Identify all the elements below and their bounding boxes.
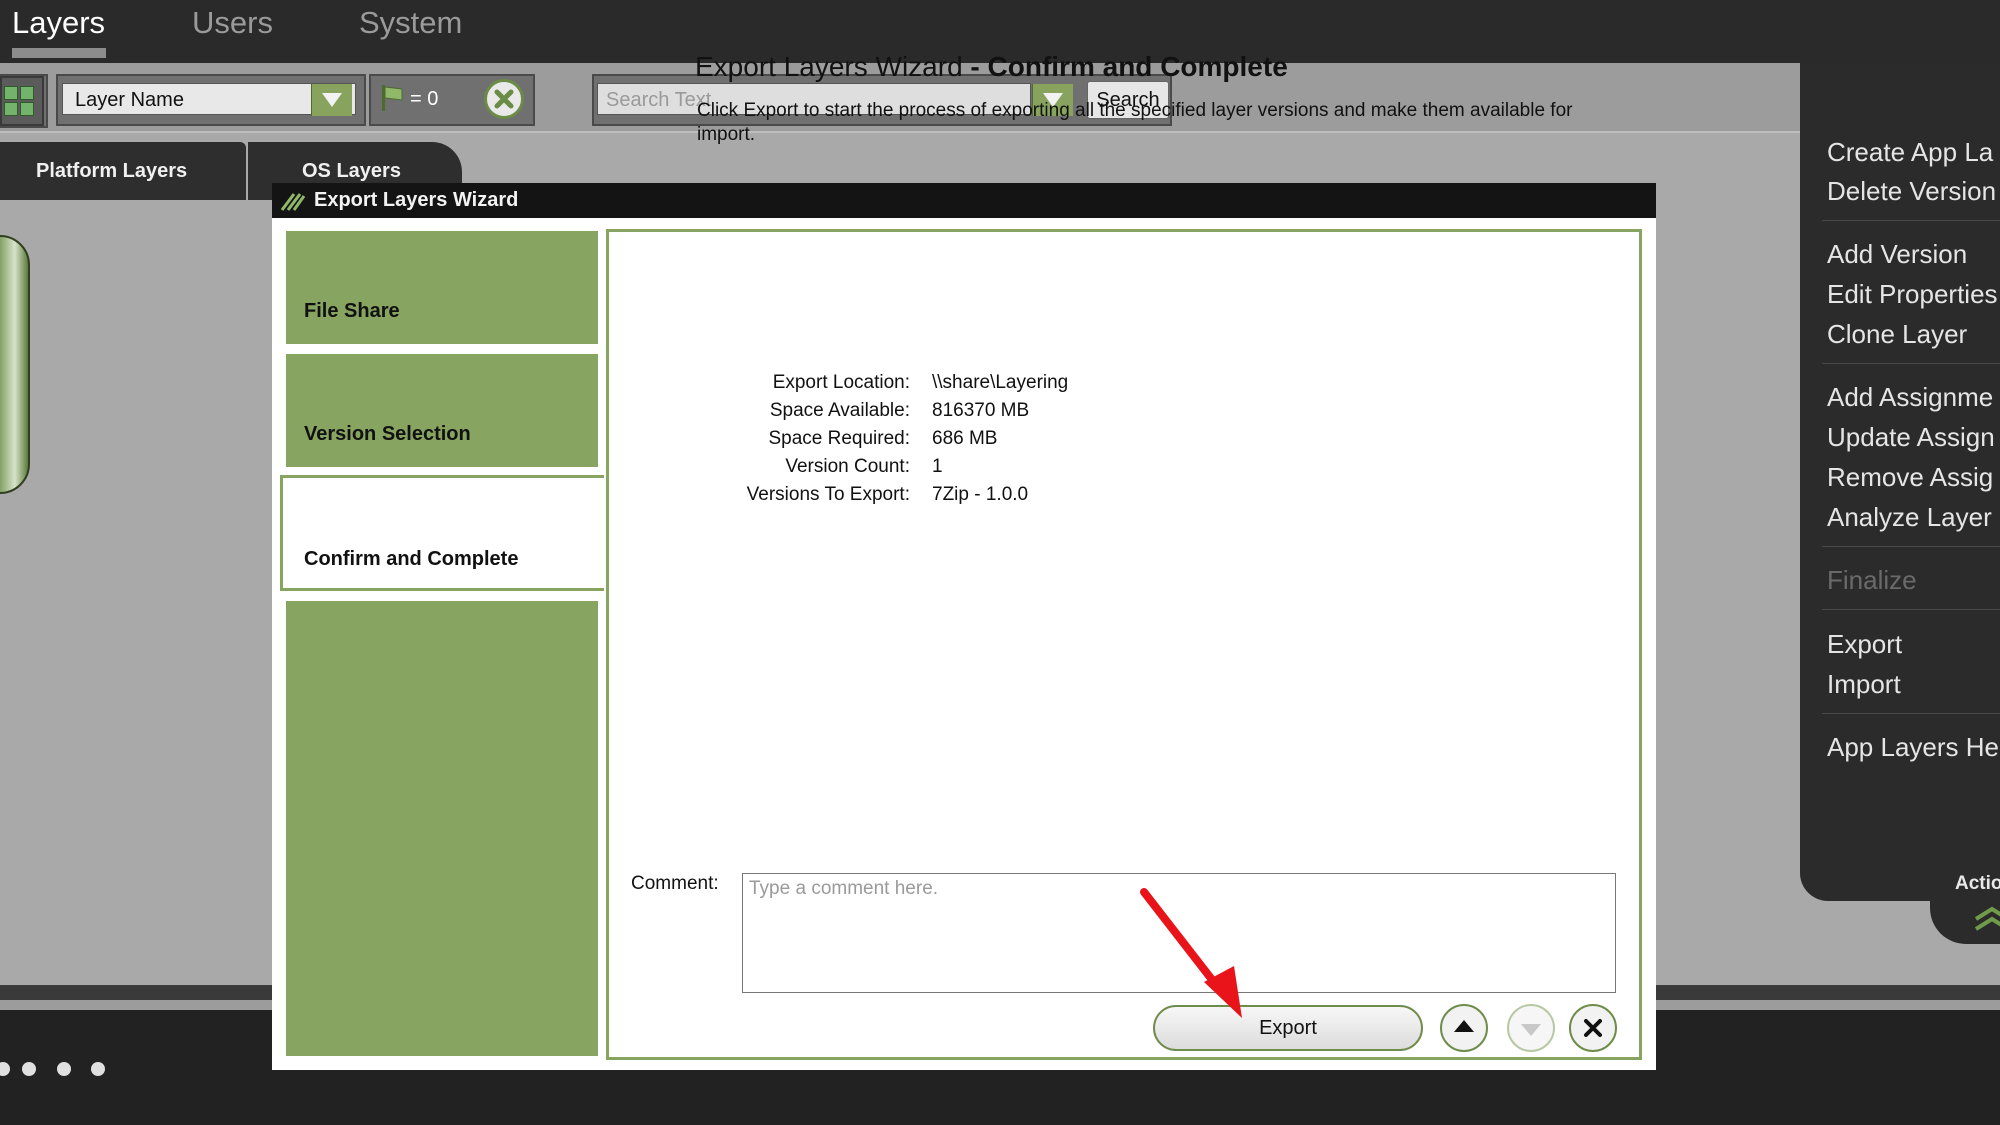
- info-value-space-available: 816370 MB: [932, 400, 1030, 421]
- flag-icon: [382, 85, 403, 111]
- comment-label: Comment:: [631, 873, 719, 894]
- sidebar-item-export[interactable]: Export: [1827, 629, 1902, 660]
- step-label: Confirm and Complete: [304, 548, 519, 570]
- previous-step-button[interactable]: [1440, 1004, 1488, 1052]
- sidebar-item-add-version[interactable]: Add Version: [1827, 239, 1967, 270]
- tab-os-label: OS Layers: [302, 160, 401, 182]
- info-label: Export Location:: [772, 372, 910, 393]
- wizard-title-bar: Export Layers Wizard: [272, 183, 1656, 218]
- info-value-export-location: \\share\Layering: [932, 372, 1069, 393]
- sidebar-item-delete-version[interactable]: Delete Version: [1827, 176, 1996, 207]
- wizard-window-title: Export Layers Wizard: [314, 189, 519, 211]
- tab-platform-layers[interactable]: Platform Layers: [0, 142, 246, 200]
- info-label: Space Available:: [769, 400, 910, 421]
- flag-count-label: = 0: [410, 88, 439, 110]
- search-placeholder: Search Text: [606, 89, 712, 111]
- close-icon: [1584, 1019, 1602, 1037]
- sidebar-divider: [1822, 363, 2000, 364]
- close-wizard-button[interactable]: [1569, 1004, 1617, 1052]
- sidebar-item-finalize: Finalize: [1827, 565, 1917, 595]
- page-dot[interactable]: [57, 1062, 71, 1076]
- sidebar-divider: [1822, 609, 2000, 610]
- grid-view-button[interactable]: [0, 76, 44, 126]
- sidebar-item-app-layers-help[interactable]: App Layers He: [1827, 732, 1999, 763]
- title-suffix: - Confirm and Complete: [970, 51, 1288, 82]
- nav-tab-layers[interactable]: Layers: [12, 5, 105, 41]
- sidebar-divider: [1822, 220, 2000, 221]
- info-label: Versions To Export:: [746, 484, 910, 505]
- sidebar-divider: [1822, 713, 2000, 714]
- sidebar-item-clone-layer[interactable]: Clone Layer: [1827, 319, 1967, 350]
- wizard-description: Click Export to start the process of exp…: [697, 100, 1573, 145]
- actions-label: Actio: [1955, 873, 2000, 894]
- wizard-stripes-icon: [280, 193, 306, 211]
- sidebar-item-create-app-layer[interactable]: Create App La: [1827, 137, 1993, 168]
- wizard-step-filler: [286, 601, 598, 1056]
- triangle-up-icon: [1454, 1020, 1474, 1032]
- wizard-step-file-share[interactable]: File Share: [286, 231, 598, 344]
- page-dot[interactable]: [22, 1062, 36, 1076]
- page-dot[interactable]: [91, 1062, 105, 1076]
- info-value-versions-to-export: 7Zip - 1.0.0: [932, 484, 1029, 505]
- tab-platform-label: Platform Layers: [36, 160, 188, 182]
- annotation-arrow-icon: [1140, 888, 1242, 1018]
- chevron-up-icon: [1974, 906, 2000, 931]
- info-label: Space Required:: [768, 428, 910, 449]
- sidebar-item-import[interactable]: Import: [1827, 669, 1901, 700]
- title-prefix: Export Layers Wizard: [695, 51, 963, 82]
- info-value-space-required: 686 MB: [932, 428, 998, 449]
- sidebar-item-update-assignment[interactable]: Update Assign: [1827, 422, 1995, 453]
- triangle-down-icon: [1521, 1024, 1541, 1036]
- active-tab-indicator: [12, 48, 106, 58]
- chevron-down-icon[interactable]: [311, 84, 352, 116]
- step-label: File Share: [304, 300, 400, 322]
- clear-filter-button[interactable]: [484, 79, 524, 119]
- comment-placeholder: Type a comment here.: [749, 878, 939, 899]
- sidebar-divider: [1822, 546, 2000, 547]
- info-value-version-count: 1: [932, 456, 943, 477]
- nav-tab-system[interactable]: System: [359, 5, 462, 41]
- filter-select-value: Layer Name: [75, 89, 184, 111]
- next-step-button: [1507, 1004, 1555, 1052]
- sidebar-item-analyze-layer[interactable]: Analyze Layer: [1827, 502, 1992, 533]
- sidebar-item-edit-properties[interactable]: Edit Properties: [1827, 279, 1998, 310]
- page-title: Export Layers Wizard - Confirm and Compl…: [695, 51, 1288, 83]
- close-circle-icon: [494, 89, 514, 109]
- flag-filter[interactable]: = 0: [380, 83, 472, 115]
- info-label: Version Count:: [785, 456, 910, 477]
- actions-sidebar: Create App La Delete Version Add Version…: [1800, 63, 2000, 901]
- sidebar-item-remove-assignment[interactable]: Remove Assig: [1827, 462, 1993, 493]
- nav-tab-users[interactable]: Users: [192, 5, 273, 41]
- sidebar-item-add-assignment[interactable]: Add Assignme: [1827, 382, 1993, 413]
